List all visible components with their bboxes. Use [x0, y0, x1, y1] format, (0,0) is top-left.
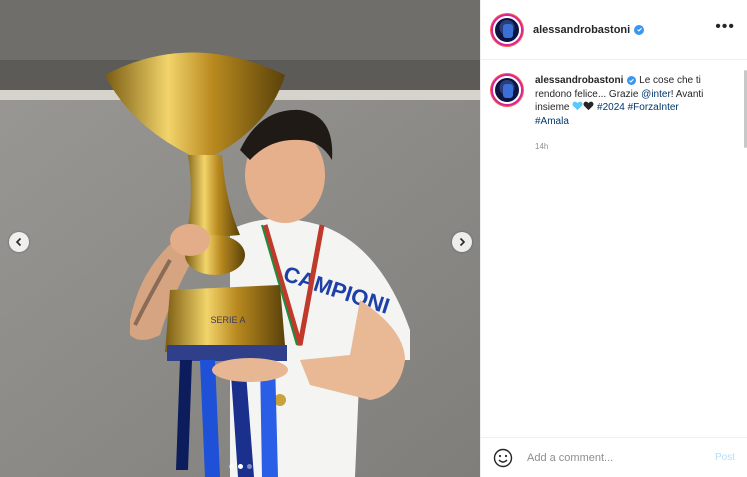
- comments-section: alessandrobastoni Le cose che ti rendono…: [481, 60, 747, 437]
- hashtag-link[interactable]: #Amala: [535, 116, 569, 127]
- light-blue-heart-icon: [572, 101, 583, 111]
- hashtag-link[interactable]: #ForzaInter: [628, 102, 679, 113]
- post-photo: CAMPIONI SERIE A: [0, 0, 480, 477]
- chevron-left-icon: [15, 237, 22, 247]
- comment-input[interactable]: [525, 450, 709, 465]
- post-sidebar: alessandrobastoni ••• alessandrobastoni …: [480, 0, 747, 477]
- black-heart-icon: [583, 101, 594, 111]
- caption: alessandrobastoni Le cose che ti rendono…: [493, 74, 735, 128]
- carousel-dot-active: [238, 464, 243, 469]
- post-comment-button[interactable]: Post: [715, 452, 735, 463]
- carousel-indicator: [229, 464, 252, 469]
- comment-bar: Post: [481, 437, 747, 477]
- post-media: CAMPIONI SERIE A: [0, 0, 480, 477]
- mention-link[interactable]: @inter: [641, 89, 671, 100]
- caption-username[interactable]: alessandrobastoni: [535, 75, 623, 86]
- caption-avatar[interactable]: [493, 76, 521, 104]
- carousel-next-button[interactable]: [452, 232, 472, 252]
- post-header: alessandrobastoni •••: [481, 0, 747, 60]
- more-options-button[interactable]: •••: [715, 18, 735, 38]
- chevron-right-icon: [459, 237, 466, 247]
- verified-badge-icon: [634, 24, 645, 35]
- carousel-prev-button[interactable]: [9, 232, 29, 252]
- caption-text: alessandrobastoni Le cose che ti rendono…: [535, 74, 725, 128]
- hashtag-link[interactable]: #2024: [597, 102, 625, 113]
- carousel-dot: [229, 464, 234, 469]
- carousel-dot: [247, 464, 252, 469]
- post-timestamp[interactable]: 14h: [535, 142, 735, 151]
- avatar[interactable]: [493, 15, 521, 44]
- header-username[interactable]: alessandrobastoni: [533, 24, 630, 36]
- trophy-lettering: SERIE A: [210, 315, 245, 325]
- verified-badge-icon: [627, 76, 637, 85]
- emoji-icon[interactable]: [493, 448, 513, 468]
